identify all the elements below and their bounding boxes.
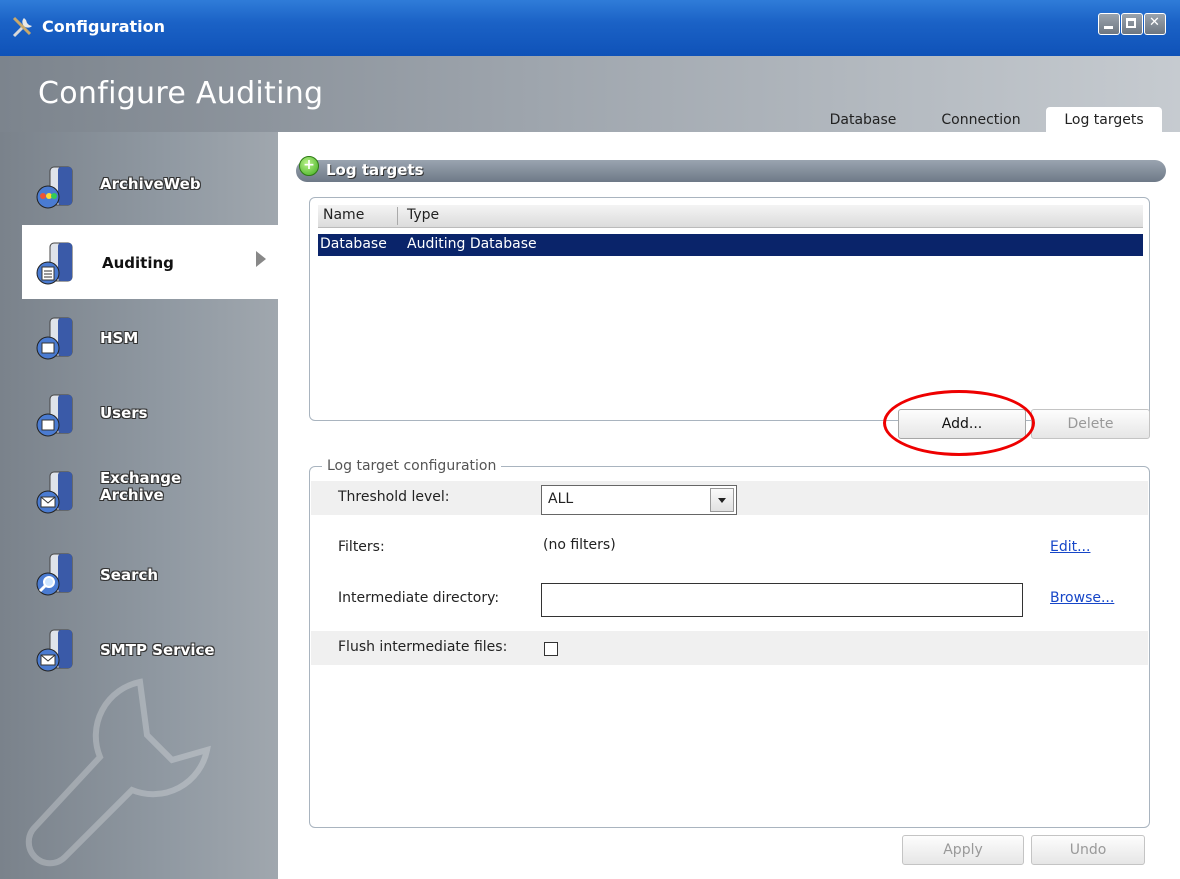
content-panel: + Log targets Name Type Database Auditin… xyxy=(278,132,1180,879)
section-title: Log targets xyxy=(326,161,424,179)
search-server-icon xyxy=(36,553,73,596)
edit-filters-link[interactable]: Edit... xyxy=(1050,539,1090,555)
sidebar-item-smtp-service[interactable]: SMTP Service xyxy=(0,612,278,686)
sidebar-item-label: Search xyxy=(100,566,159,584)
browse-link[interactable]: Browse... xyxy=(1050,590,1114,606)
hsm-server-icon xyxy=(36,317,73,360)
threshold-label: Threshold level: xyxy=(338,489,450,505)
sidebar-item-archiveweb[interactable]: ArchiveWeb xyxy=(0,149,278,223)
title-bar: Configuration xyxy=(0,0,1180,56)
sidebar-item-label: Users xyxy=(100,404,148,422)
table-row[interactable]: Database Auditing Database xyxy=(318,234,1143,256)
intermediate-directory-label: Intermediate directory: xyxy=(338,590,500,606)
annotation-circle xyxy=(883,390,1035,456)
row-name-cell: Database xyxy=(320,236,387,252)
flush-checkbox[interactable] xyxy=(544,642,558,656)
maximize-button[interactable] xyxy=(1121,13,1143,35)
smtp-server-icon xyxy=(36,629,73,672)
sidebar-item-label: Exchange Archive xyxy=(100,469,182,504)
sidebar-item-search[interactable]: Search xyxy=(0,536,278,610)
sidebar-item-label: HSM xyxy=(100,329,139,347)
group-legend: Log target configuration xyxy=(322,458,502,474)
exchange-archive-server-icon xyxy=(36,471,73,514)
plus-icon: + xyxy=(299,156,319,176)
tab-connection[interactable]: Connection xyxy=(925,107,1037,135)
apply-button[interactable]: Apply xyxy=(902,835,1024,865)
column-header-name[interactable]: Name xyxy=(323,207,364,223)
intermediate-directory-input[interactable] xyxy=(541,583,1023,617)
archiveweb-server-icon xyxy=(36,166,73,209)
sidebar-item-hsm[interactable]: HSM xyxy=(0,300,278,374)
sidebar-item-auditing[interactable]: Auditing xyxy=(22,225,278,299)
users-server-icon xyxy=(36,394,73,437)
sidebar-item-users[interactable]: Users xyxy=(0,377,278,451)
list-header: Name Type xyxy=(318,205,1143,228)
row-type-cell: Auditing Database xyxy=(407,236,537,252)
sidebar-item-label: ArchiveWeb xyxy=(100,175,201,193)
log-target-config-group: Threshold level: ALL Filters: (no filter… xyxy=(309,466,1150,828)
chevron-down-icon[interactable] xyxy=(710,488,734,512)
configuration-window: Configuration Configure Auditing Databas… xyxy=(0,0,1180,879)
sidebar: ArchiveWeb Auditing HSM Users Exchange A… xyxy=(0,132,278,879)
window-title: Configuration xyxy=(42,17,166,36)
sidebar-item-label: Auditing xyxy=(102,254,174,272)
tab-database[interactable]: Database xyxy=(813,107,913,135)
chevron-right-icon xyxy=(256,251,266,267)
filters-label: Filters: xyxy=(338,539,385,555)
column-header-type[interactable]: Type xyxy=(407,207,439,223)
close-button[interactable] xyxy=(1144,13,1166,35)
sidebar-item-label: SMTP Service xyxy=(100,641,215,659)
log-targets-list[interactable]: Name Type Database Auditing Database xyxy=(309,197,1150,421)
page-title: Configure Auditing xyxy=(38,76,324,111)
minimize-button[interactable] xyxy=(1098,13,1120,35)
header-band: Configure Auditing Database Connection L… xyxy=(0,56,1180,135)
delete-button[interactable]: Delete xyxy=(1031,409,1150,439)
sidebar-item-exchange-archive[interactable]: Exchange Archive xyxy=(0,454,278,528)
auditing-server-icon xyxy=(36,242,73,285)
threshold-value: ALL xyxy=(548,491,574,507)
tools-icon xyxy=(12,16,32,38)
flush-label: Flush intermediate files: xyxy=(338,639,508,655)
threshold-select[interactable]: ALL xyxy=(541,485,737,515)
wrench-watermark-icon xyxy=(25,678,211,867)
undo-button[interactable]: Undo xyxy=(1031,835,1145,865)
log-targets-section-header: + Log targets xyxy=(296,156,1166,182)
filters-value: (no filters) xyxy=(543,537,616,553)
tab-log-targets[interactable]: Log targets xyxy=(1046,107,1162,135)
column-separator[interactable] xyxy=(397,207,398,225)
